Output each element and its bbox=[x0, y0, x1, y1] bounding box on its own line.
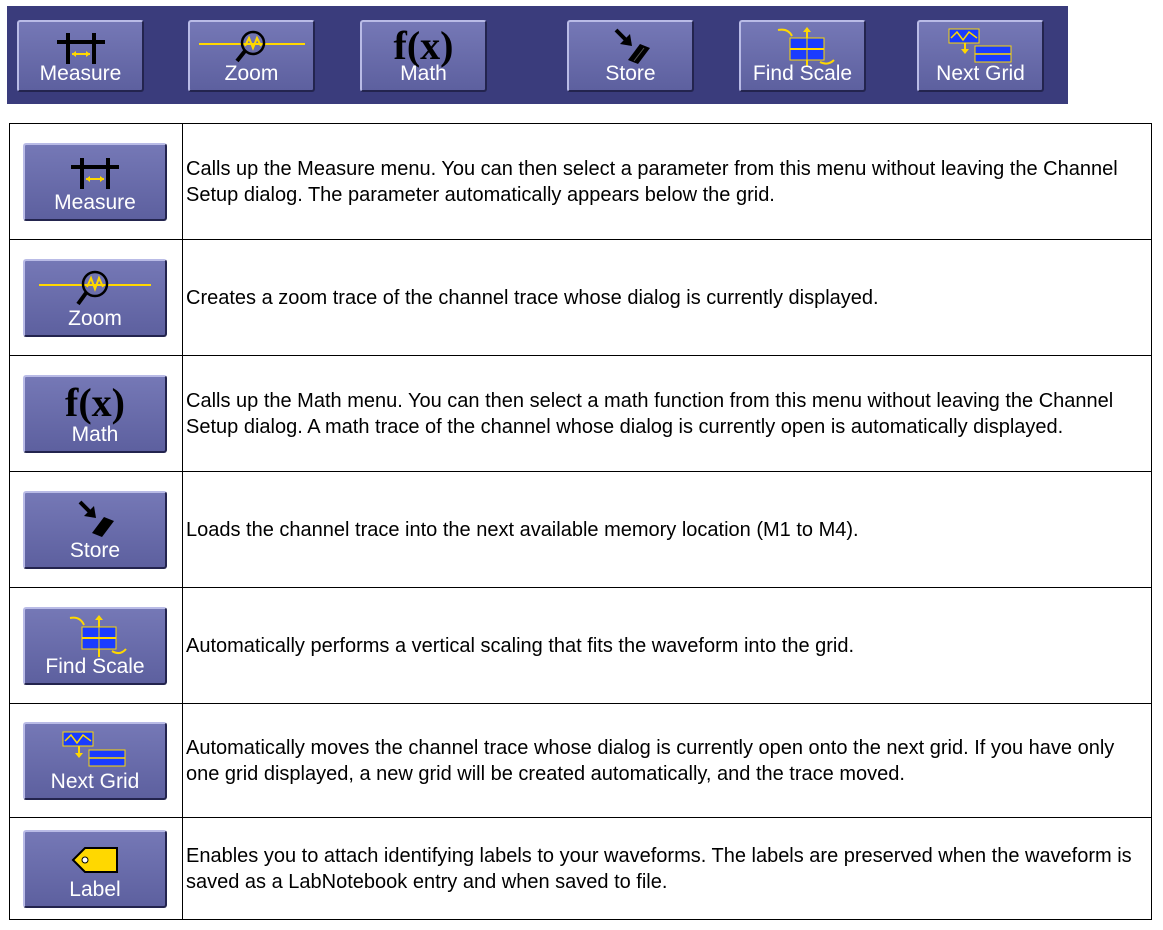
label-description: Enables you to attach identifying labels… bbox=[182, 817, 1152, 920]
find-scale-button[interactable]: Find Scale bbox=[739, 20, 866, 92]
math-button[interactable]: f(x) Math bbox=[23, 375, 167, 453]
find-scale-label: Find Scale bbox=[752, 62, 853, 85]
math-description: Calls up the Math menu. You can then sel… bbox=[182, 355, 1152, 472]
fx-icon: f(x) bbox=[65, 380, 125, 425]
math-label: Math bbox=[400, 62, 447, 85]
store-button[interactable]: Store bbox=[567, 20, 694, 92]
find-scale-label: Find Scale bbox=[45, 655, 145, 678]
table-row: Store Loads the channel trace into the n… bbox=[9, 471, 1152, 588]
next-grid-button[interactable]: Next Grid bbox=[917, 20, 1044, 92]
store-description: Loads the channel trace into the next av… bbox=[182, 471, 1152, 588]
table-row: Find Scale Automatically performs a vert… bbox=[9, 587, 1152, 704]
store-label: Store bbox=[605, 62, 656, 85]
store-icon bbox=[25, 497, 165, 543]
math-button[interactable]: f(x) Math bbox=[360, 20, 487, 92]
zoom-button[interactable]: Zoom bbox=[23, 259, 167, 337]
measure-label: Measure bbox=[39, 62, 122, 85]
zoom-label: Zoom bbox=[68, 307, 122, 330]
measure-label: Measure bbox=[54, 191, 136, 214]
find-scale-button[interactable]: Find Scale bbox=[23, 607, 167, 685]
measure-description: Calls up the Measure menu. You can then … bbox=[182, 123, 1152, 240]
store-button[interactable]: Store bbox=[23, 491, 167, 569]
measure-button[interactable]: Measure bbox=[23, 143, 167, 221]
table-row: f(x) Math Calls up the Math menu. You ca… bbox=[9, 355, 1152, 472]
table-row: Next Grid Automatically moves the channe… bbox=[9, 703, 1152, 818]
next-grid-label: Next Grid bbox=[936, 62, 1025, 85]
table-row: Zoom Creates a zoom trace of the channel… bbox=[9, 239, 1152, 356]
label-tag-icon bbox=[25, 836, 165, 882]
store-label: Store bbox=[69, 539, 121, 562]
next-grid-label: Next Grid bbox=[50, 770, 140, 793]
next-grid-description: Automatically moves the channel trace wh… bbox=[182, 703, 1152, 818]
measure-button[interactable]: Measure bbox=[17, 20, 144, 92]
oscilloscope-toolbar: Measure Zoom f(x) Math Store Find Scale … bbox=[7, 6, 1068, 104]
find-scale-description: Automatically performs a vertical scalin… bbox=[182, 587, 1152, 704]
next-grid-button[interactable]: Next Grid bbox=[23, 722, 167, 800]
table-row: Measure Calls up the Measure menu. You c… bbox=[9, 123, 1152, 240]
math-label: Math bbox=[71, 423, 119, 446]
table-row: Label Enables you to attach identifying … bbox=[9, 817, 1152, 920]
next-grid-icon bbox=[25, 728, 165, 774]
measure-icon bbox=[25, 149, 165, 195]
label-button[interactable]: Label bbox=[23, 830, 167, 908]
zoom-button[interactable]: Zoom bbox=[188, 20, 315, 92]
find-scale-icon bbox=[25, 613, 165, 659]
zoom-icon bbox=[25, 265, 165, 311]
zoom-description: Creates a zoom trace of the channel trac… bbox=[182, 239, 1152, 356]
button-description-table: Measure Calls up the Measure menu. You c… bbox=[9, 123, 1152, 920]
zoom-label: Zoom bbox=[224, 62, 279, 85]
label-label: Label bbox=[69, 878, 121, 901]
